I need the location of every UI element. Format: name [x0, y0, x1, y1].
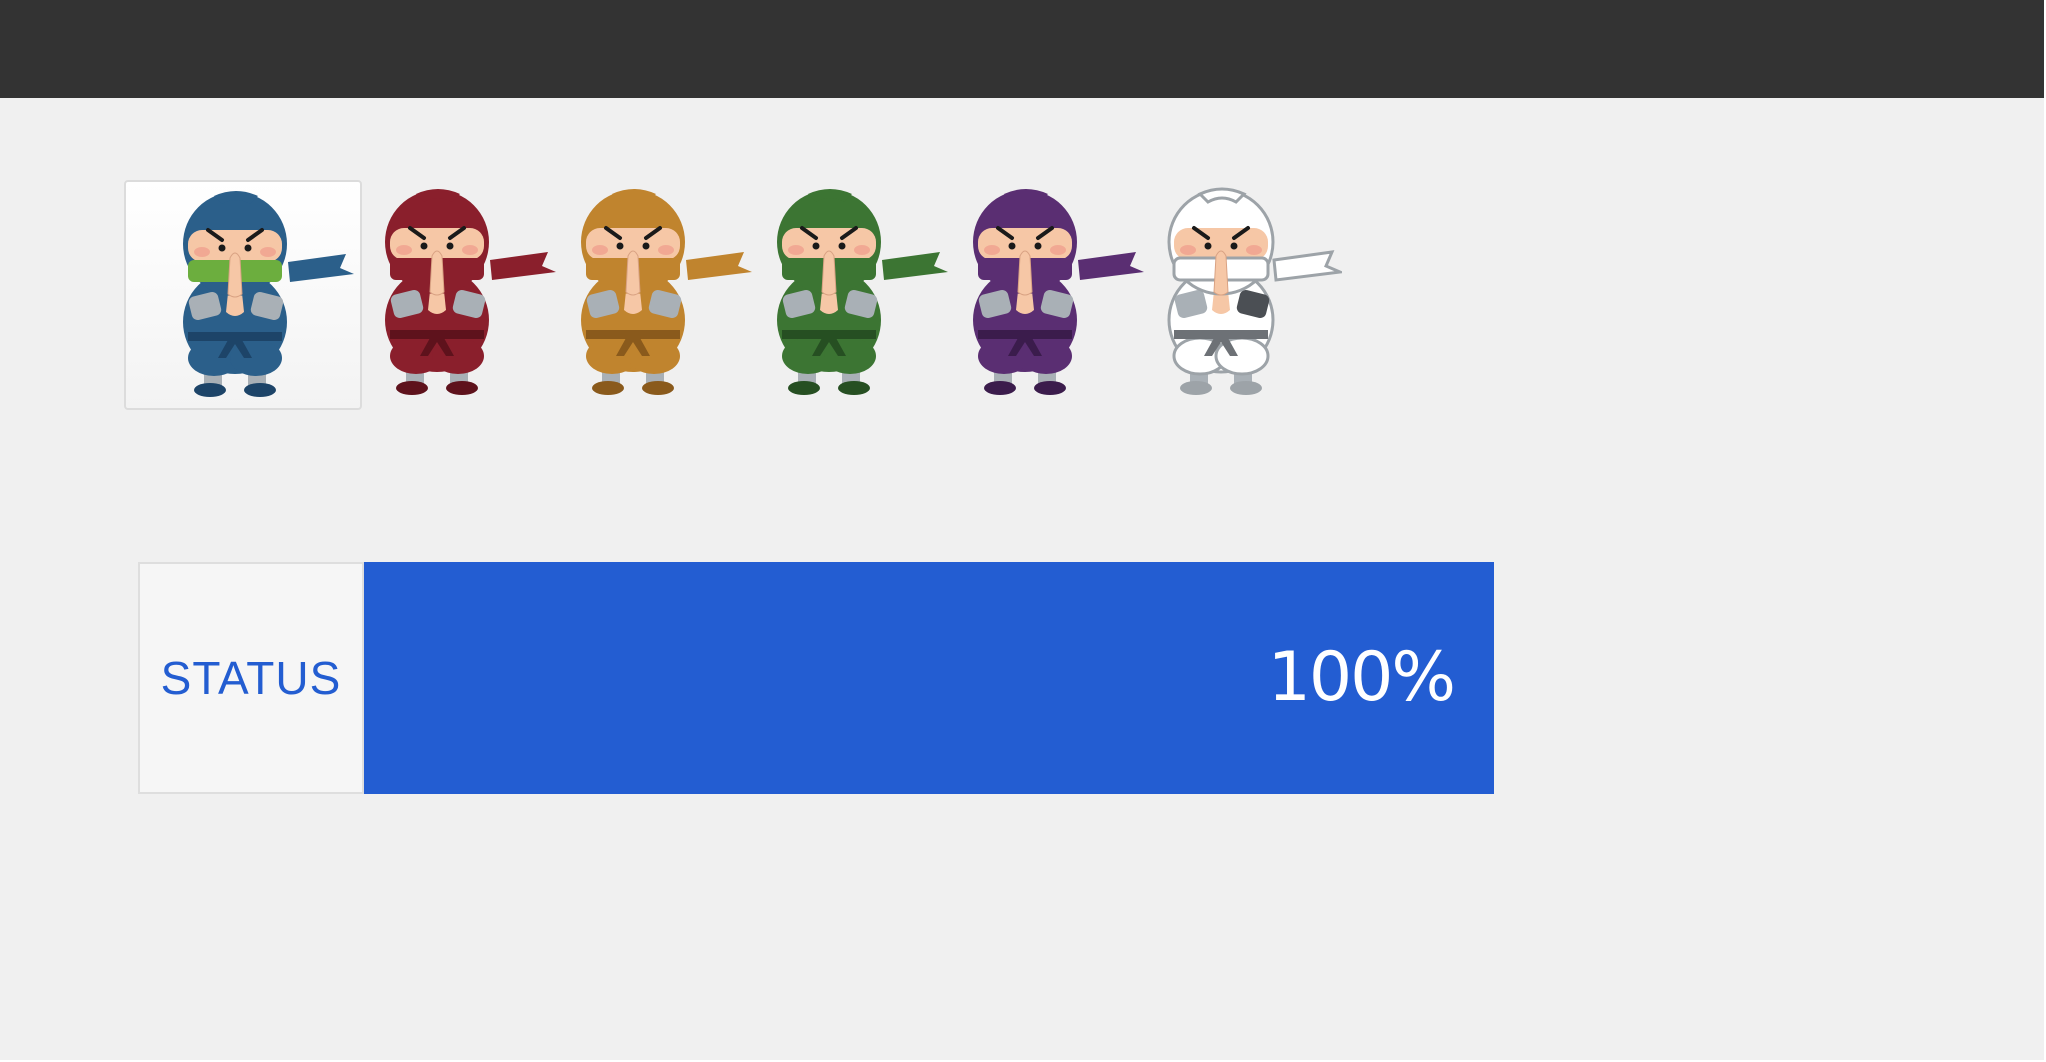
status-panel: STATUS 100%	[138, 562, 1494, 794]
status-label: STATUS	[138, 562, 364, 794]
ninja-option-6[interactable]	[1104, 180, 1342, 410]
status-value: 100%	[1267, 638, 1456, 717]
ninja-white-icon	[1167, 187, 1342, 395]
status-bar-track: 100%	[364, 562, 1494, 794]
top-bar	[0, 0, 2044, 98]
